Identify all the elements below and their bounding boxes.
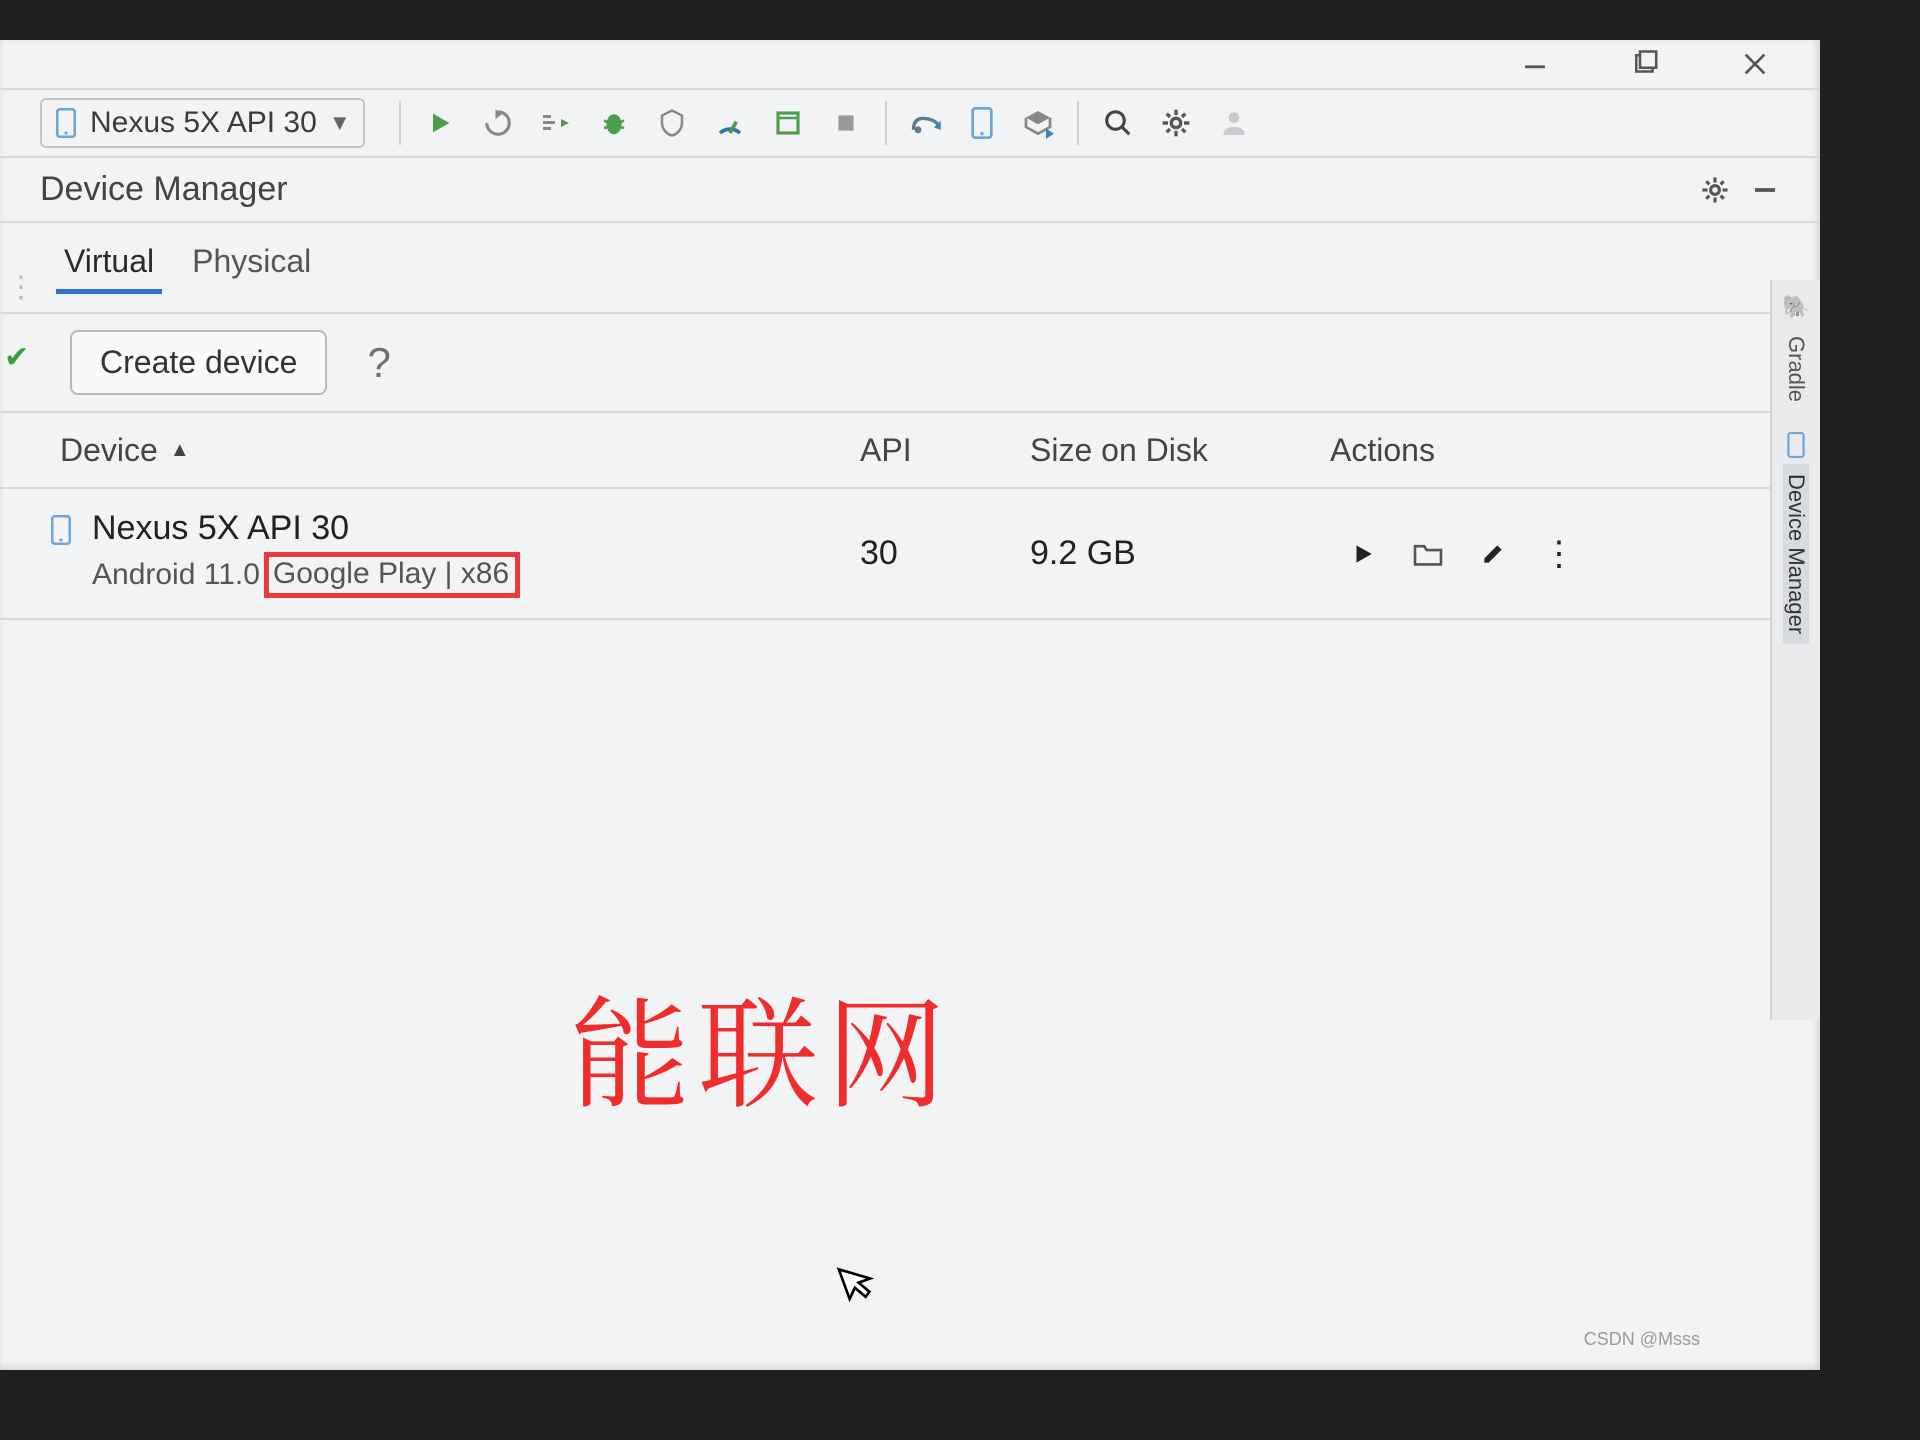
settings-button[interactable] (1151, 98, 1201, 148)
device-manager-header: Device Manager (0, 158, 1820, 223)
account-button[interactable] (1209, 98, 1259, 148)
tab-physical[interactable]: Physical (188, 233, 315, 294)
profile-button[interactable] (705, 98, 755, 148)
device-table-header: Device ▲ API Size on Disk Actions (0, 413, 1820, 489)
build-success-icon: ✔ (4, 340, 29, 375)
device-selector-label: Nexus 5X API 30 (90, 106, 317, 140)
more-actions-button[interactable]: ⋮ (1542, 534, 1576, 574)
edit-avd-button[interactable] (1480, 541, 1506, 567)
watermark: CSDN @Msss (1584, 1329, 1700, 1350)
column-header-device[interactable]: Device ▲ (0, 432, 830, 469)
create-device-button[interactable]: Create device (70, 330, 327, 395)
drag-handle-icon[interactable]: ⋮ (6, 270, 36, 305)
device-size: 9.2 GB (1030, 534, 1136, 572)
device-subtitle-highlight: Google Play | x86 (264, 552, 520, 598)
annotation-text: 能联网 (570, 960, 954, 1132)
panel-title: Device Manager (40, 170, 1700, 209)
main-toolbar: Nexus 5X API 30 ▼ (0, 88, 1820, 158)
apply-changes-button[interactable] (473, 98, 523, 148)
window-titlebar (0, 40, 1820, 88)
sdk-manager-button[interactable] (1013, 98, 1063, 148)
help-button[interactable]: ? (367, 339, 390, 387)
open-folder-button[interactable] (1412, 541, 1444, 567)
close-button[interactable] (1730, 46, 1780, 82)
phone-icon (50, 515, 72, 545)
maximize-button[interactable] (1620, 46, 1670, 82)
search-button[interactable] (1093, 98, 1143, 148)
column-header-api[interactable]: API (830, 432, 1030, 469)
device-selector-dropdown[interactable]: Nexus 5X API 30 ▼ (40, 98, 365, 148)
sort-asc-icon: ▲ (170, 439, 190, 462)
device-subtitle-prefix: Android 11.0 (92, 558, 260, 592)
tab-virtual[interactable]: Virtual (60, 233, 158, 294)
chevron-down-icon: ▼ (329, 110, 351, 136)
debug-button[interactable] (589, 98, 639, 148)
device-toolbar: Create device ? (0, 312, 1820, 413)
app-inspection-button[interactable] (763, 98, 813, 148)
device-tabs: Virtual Physical (0, 223, 1820, 294)
minimize-button[interactable] (1510, 46, 1560, 82)
tool-gradle[interactable]: Gradle (1783, 326, 1809, 412)
device-name: Nexus 5X API 30 (92, 509, 349, 548)
cursor-icon (834, 1255, 882, 1307)
right-tool-dock: 🐘 Gradle Device Manager (1770, 280, 1820, 1020)
panel-hide-button[interactable] (1750, 175, 1800, 205)
avd-manager-button[interactable] (957, 98, 1007, 148)
column-header-size[interactable]: Size on Disk (1030, 432, 1310, 469)
gradle-icon: 🐘 (1782, 294, 1809, 320)
device-table-row[interactable]: Nexus 5X API 30 Android 11.0 Google Play… (0, 489, 1820, 620)
device-api: 30 (860, 534, 898, 572)
column-header-actions: Actions (1310, 432, 1820, 469)
coverage-button[interactable] (647, 98, 697, 148)
phone-icon (54, 108, 78, 138)
stop-button[interactable] (821, 98, 871, 148)
launch-avd-button[interactable] (1350, 541, 1376, 567)
device-manager-icon (1786, 432, 1806, 458)
debug-config-button[interactable] (531, 98, 581, 148)
tool-device-manager[interactable]: Device Manager (1783, 464, 1809, 644)
sync-gradle-button[interactable] (901, 98, 951, 148)
panel-settings-button[interactable] (1700, 175, 1750, 205)
run-button[interactable] (415, 98, 465, 148)
